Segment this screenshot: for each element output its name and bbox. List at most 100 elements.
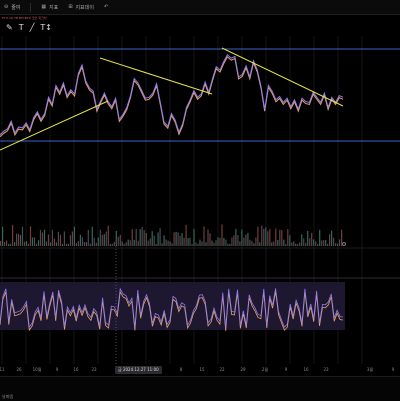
volume-bar [189, 237, 191, 246]
volume-bar [163, 235, 165, 246]
volume-bar [251, 240, 253, 246]
volume-bar [265, 227, 267, 246]
volume-bar [325, 240, 327, 246]
x-tick-label: 9 [284, 367, 288, 372]
volume-bar [25, 241, 28, 246]
volume-bar [301, 234, 303, 246]
volume-bar [297, 243, 299, 246]
volume-bar [177, 232, 179, 246]
volume-bar [71, 231, 73, 246]
volume-bar [321, 240, 323, 246]
volume-bar [33, 237, 36, 246]
volume-bar [315, 241, 317, 246]
volume-bar [291, 242, 293, 246]
volume-bar [221, 224, 223, 246]
volume-bar [277, 239, 279, 246]
volume-bar [257, 226, 259, 246]
volume-bar [2, 226, 4, 246]
date-range-button[interactable]: 날짜맵 [2, 394, 13, 400]
x-tick-label: 26 [16, 367, 22, 372]
volume-bar [59, 234, 61, 246]
volume-bar [303, 238, 305, 246]
volume-bar [97, 237, 99, 246]
x-tick-label: 2월 [261, 367, 269, 372]
chart-canvas[interactable] [0, 0, 400, 400]
volume-bar [319, 229, 321, 246]
volume-bar [185, 224, 187, 246]
volume-bar [81, 237, 83, 246]
volume-bar [51, 229, 53, 246]
volume-bar [151, 231, 153, 246]
volume-bar [85, 242, 87, 246]
volume-bar [107, 225, 109, 246]
x-tick-label: 9 [55, 367, 59, 372]
volume-bar [23, 241, 26, 246]
volume-bar [103, 234, 105, 246]
volume-bar [209, 233, 211, 246]
volume-bar [129, 240, 131, 246]
volume-bar [6, 240, 8, 246]
price-line-purple [0, 54, 344, 136]
volume-bar [29, 226, 32, 246]
volume-bar [339, 239, 341, 246]
volume-bar [153, 235, 155, 246]
volume-bar [215, 240, 217, 246]
volume-bar [191, 243, 193, 246]
volume-bar [169, 241, 171, 246]
volume-bar [4, 242, 6, 246]
volume-bar [287, 229, 289, 246]
volume-bar [109, 244, 111, 246]
volume-bar [237, 235, 239, 246]
volume-bar [73, 226, 75, 246]
volume-bar [101, 235, 103, 246]
volume-bar [57, 231, 59, 246]
volume-bar [105, 231, 107, 246]
volume-bar [125, 242, 127, 246]
volume-bar [275, 228, 277, 246]
x-tick-label: 29 [240, 367, 246, 372]
volume-bar [55, 242, 57, 246]
volume-bar [75, 243, 77, 246]
volume-bar [253, 243, 255, 246]
volume-bar [143, 230, 145, 246]
volume-bar [16, 233, 18, 246]
volume-bar [141, 227, 143, 246]
volume-bar [243, 237, 245, 246]
x-tick-label: 11 [0, 367, 5, 372]
volume-bar [159, 228, 161, 246]
volume-bar [219, 237, 221, 246]
volume-bar [311, 232, 313, 247]
volume-bar [267, 231, 269, 246]
volume-bar [333, 237, 335, 246]
volume-bar [201, 241, 203, 246]
volume-bar [145, 233, 147, 246]
volume-bar [14, 242, 16, 246]
x-tick-label: 3월 [366, 367, 374, 372]
volume-bar [47, 234, 50, 246]
volume-bar [223, 237, 225, 246]
pane-control-icon[interactable] [342, 242, 346, 246]
volume-bar [45, 241, 48, 246]
volume-bar [227, 243, 229, 246]
volume-bar [39, 229, 42, 246]
volume-bar [12, 224, 14, 246]
volume-bar [35, 243, 38, 246]
volume-bar [313, 239, 315, 246]
x-tick-label: 9 [391, 367, 395, 372]
volume-bar [309, 238, 311, 246]
volume-bar [199, 239, 201, 246]
volume-bar [31, 237, 34, 246]
trendline-rising [0, 100, 109, 151]
bottom-bar [0, 376, 400, 401]
volume-bar [91, 226, 93, 246]
trendline-falling-1 [99, 57, 213, 95]
volume-bar [19, 235, 22, 246]
volume-bar [211, 240, 213, 246]
volume-bar [63, 231, 65, 246]
x-tick-label: 8 [179, 367, 183, 372]
volume-bar [317, 243, 319, 246]
volume-bar [187, 238, 189, 246]
volume-bar [239, 241, 241, 246]
volume-bar [43, 229, 46, 246]
volume-bar [89, 243, 91, 247]
